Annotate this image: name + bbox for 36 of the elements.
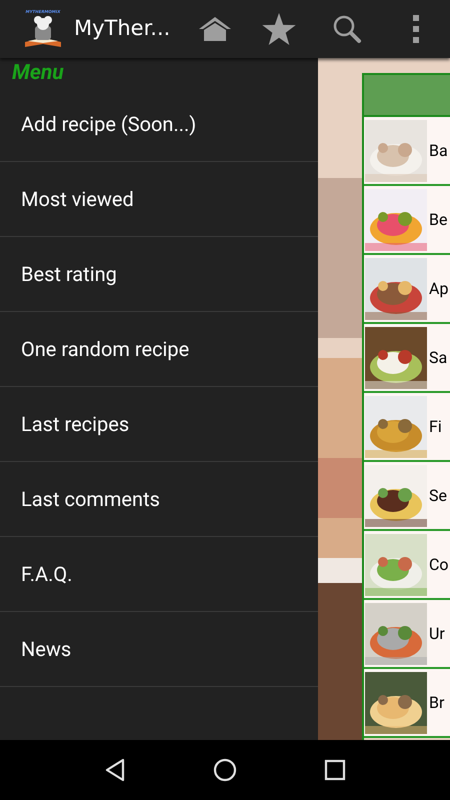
category-label: Br xyxy=(429,692,444,714)
category-label: Co xyxy=(429,554,449,576)
category-row[interactable]: Sa xyxy=(364,324,450,393)
circle-icon xyxy=(213,758,237,782)
category-label: Be xyxy=(429,208,448,230)
square-icon xyxy=(324,759,346,781)
category-label: Se xyxy=(429,484,447,506)
menu-item[interactable]: News xyxy=(0,612,318,686)
menu-item[interactable]: Best rating xyxy=(0,237,318,311)
menu-item[interactable]: Add recipe (Soon...) xyxy=(0,87,318,161)
menu-item[interactable]: Last comments xyxy=(0,462,318,536)
chef-logo-icon xyxy=(23,14,63,50)
category-label: Fi xyxy=(429,416,442,438)
more-options-icon xyxy=(412,15,420,43)
back-icon xyxy=(104,758,126,782)
category-row[interactable]: Co xyxy=(364,531,450,600)
star-icon xyxy=(262,13,296,45)
category-row[interactable]: Ur xyxy=(364,600,450,669)
category-label: Sa xyxy=(429,346,448,368)
search-icon xyxy=(332,14,362,44)
category-row[interactable]: Be xyxy=(364,186,450,255)
category-label: Ap xyxy=(429,278,448,300)
menu-item[interactable]: F.A.Q. xyxy=(0,537,318,611)
menu-item[interactable]: Most viewed xyxy=(0,162,318,236)
category-row[interactable]: Se xyxy=(364,462,450,531)
category-row[interactable]: Br xyxy=(364,669,450,738)
menu-item[interactable]: Last recipes xyxy=(0,387,318,461)
drawer-header: Menu xyxy=(11,60,65,87)
category-label: Ur xyxy=(429,622,445,644)
category-row[interactable]: Ba xyxy=(364,117,450,186)
category-row[interactable]: Fi xyxy=(364,393,450,462)
menu-item[interactable]: One random recipe xyxy=(0,312,318,386)
category-row[interactable]: Ap xyxy=(364,255,450,324)
app-title: MyTher... xyxy=(74,15,172,42)
home-icon xyxy=(197,15,234,43)
category-label: Ba xyxy=(429,140,448,162)
